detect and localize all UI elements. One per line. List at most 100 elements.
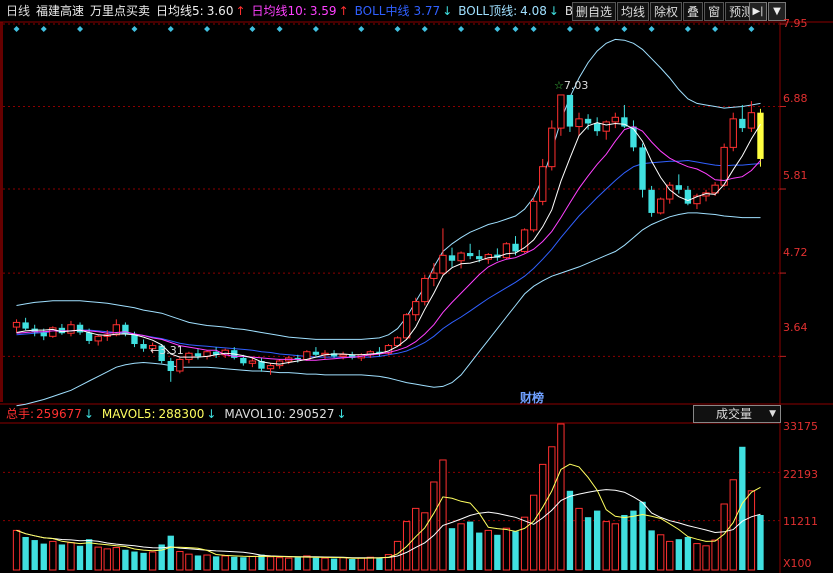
candle-body <box>593 123 601 132</box>
event-diamond-icon <box>458 26 465 32</box>
event-diamond-icon <box>167 26 174 32</box>
volume-bar <box>675 539 682 570</box>
volume-bar <box>185 553 193 571</box>
total-down-arrow-icon: ↓ <box>83 407 94 421</box>
total-volume-label: 总手: <box>6 407 35 421</box>
volume-bar <box>294 557 301 570</box>
event-diamond-icon <box>276 26 283 32</box>
event-diamond-icon <box>77 26 84 32</box>
volume-bar <box>502 527 511 571</box>
volume-bar <box>22 536 29 570</box>
event-label[interactable]: 财榜 <box>520 389 544 406</box>
candle-body <box>630 126 637 148</box>
volume-bar <box>58 544 66 570</box>
event-diamond-icon <box>249 26 256 32</box>
candle-body <box>684 189 692 204</box>
candle-body <box>421 277 429 303</box>
volume-bar <box>593 510 601 570</box>
volume-bar <box>448 528 456 570</box>
volume-bar <box>176 551 184 571</box>
volume-bar <box>457 523 465 571</box>
indicator-select[interactable]: 成交量 ▼ <box>693 405 781 423</box>
chevron-down-icon: ▼ <box>769 409 776 419</box>
volume-bar <box>621 514 628 570</box>
event-diamond-icon <box>204 26 211 32</box>
event-diamond-icon <box>684 26 691 32</box>
volume-bar <box>376 557 383 570</box>
candle-body <box>412 301 420 316</box>
candle-body <box>140 344 147 349</box>
kline-chart[interactable] <box>0 0 833 573</box>
candle-body <box>548 127 556 168</box>
volume-bar <box>94 546 102 571</box>
candle-body <box>584 118 592 124</box>
candle-body <box>402 314 411 339</box>
volume-bar <box>285 557 293 571</box>
volume-bar <box>439 459 447 571</box>
volume-bar <box>430 481 438 571</box>
price-tick: 4.72 <box>783 246 808 259</box>
volume-bar <box>167 535 174 570</box>
volume-bar <box>140 552 147 570</box>
event-diamond-icon <box>748 26 755 32</box>
candle-body <box>648 189 655 213</box>
volume-bar <box>639 501 646 570</box>
volume-bar <box>693 543 701 571</box>
volume-bar <box>656 534 665 571</box>
volume-bar <box>303 555 311 571</box>
volume-bar <box>12 529 21 571</box>
low-arrow-icon: ← <box>150 344 160 357</box>
volume-bar <box>512 531 519 570</box>
candle-body <box>85 332 93 341</box>
candlesticks <box>12 94 764 382</box>
volume-bar <box>366 556 375 571</box>
volume-bar <box>584 517 592 570</box>
candle-body <box>303 351 311 360</box>
candle-body <box>185 352 193 360</box>
event-diamond-icon <box>394 26 401 32</box>
volume-bar <box>648 530 655 570</box>
volume-bar <box>575 507 583 571</box>
candle-body <box>67 324 75 334</box>
volume-header: 总手: 259677 ↓ MAVOL5: 288300 ↓ MAVOL10: 2… <box>0 405 347 423</box>
candle-body <box>176 358 184 372</box>
volume-bar <box>321 557 329 571</box>
volume-bar <box>122 549 129 570</box>
candle-body <box>611 116 619 123</box>
candle-body <box>729 118 737 148</box>
volume-bar <box>484 529 492 571</box>
volume-bar <box>67 542 75 571</box>
candle-body <box>539 166 547 202</box>
candle-body <box>40 332 47 337</box>
candle-body <box>439 254 447 274</box>
candle-body <box>448 255 456 261</box>
volume-bar <box>557 423 565 571</box>
mavol5-label: MAVOL5: <box>101 407 156 421</box>
volume-bar <box>49 540 57 571</box>
volume-bar <box>520 516 529 571</box>
event-diamond-icon <box>494 26 501 32</box>
volume-bar <box>112 547 121 571</box>
price-tick: 7.95 <box>783 17 808 30</box>
candle-body <box>512 243 519 252</box>
volume-bar <box>275 557 284 571</box>
volume-bar <box>148 551 157 571</box>
volume-bar <box>711 539 719 571</box>
volume-bar <box>203 554 211 571</box>
star-icon: ☆ <box>554 79 564 92</box>
candle-body <box>557 94 565 129</box>
candle-body <box>22 322 29 329</box>
volume-bar <box>330 558 338 570</box>
event-diamond-icon <box>512 26 519 32</box>
volume-bar <box>85 539 93 570</box>
volume-bar <box>349 558 356 570</box>
volume-bar <box>194 555 202 570</box>
candle-body <box>112 324 121 336</box>
candle-body <box>266 365 275 370</box>
candle-body <box>12 321 21 328</box>
candle-body <box>675 185 682 190</box>
mavol5-value: 288300 <box>158 407 205 421</box>
total-volume-value: 259677 <box>36 407 82 421</box>
boll-bottom-line <box>16 212 761 407</box>
volume-bar <box>103 548 111 571</box>
